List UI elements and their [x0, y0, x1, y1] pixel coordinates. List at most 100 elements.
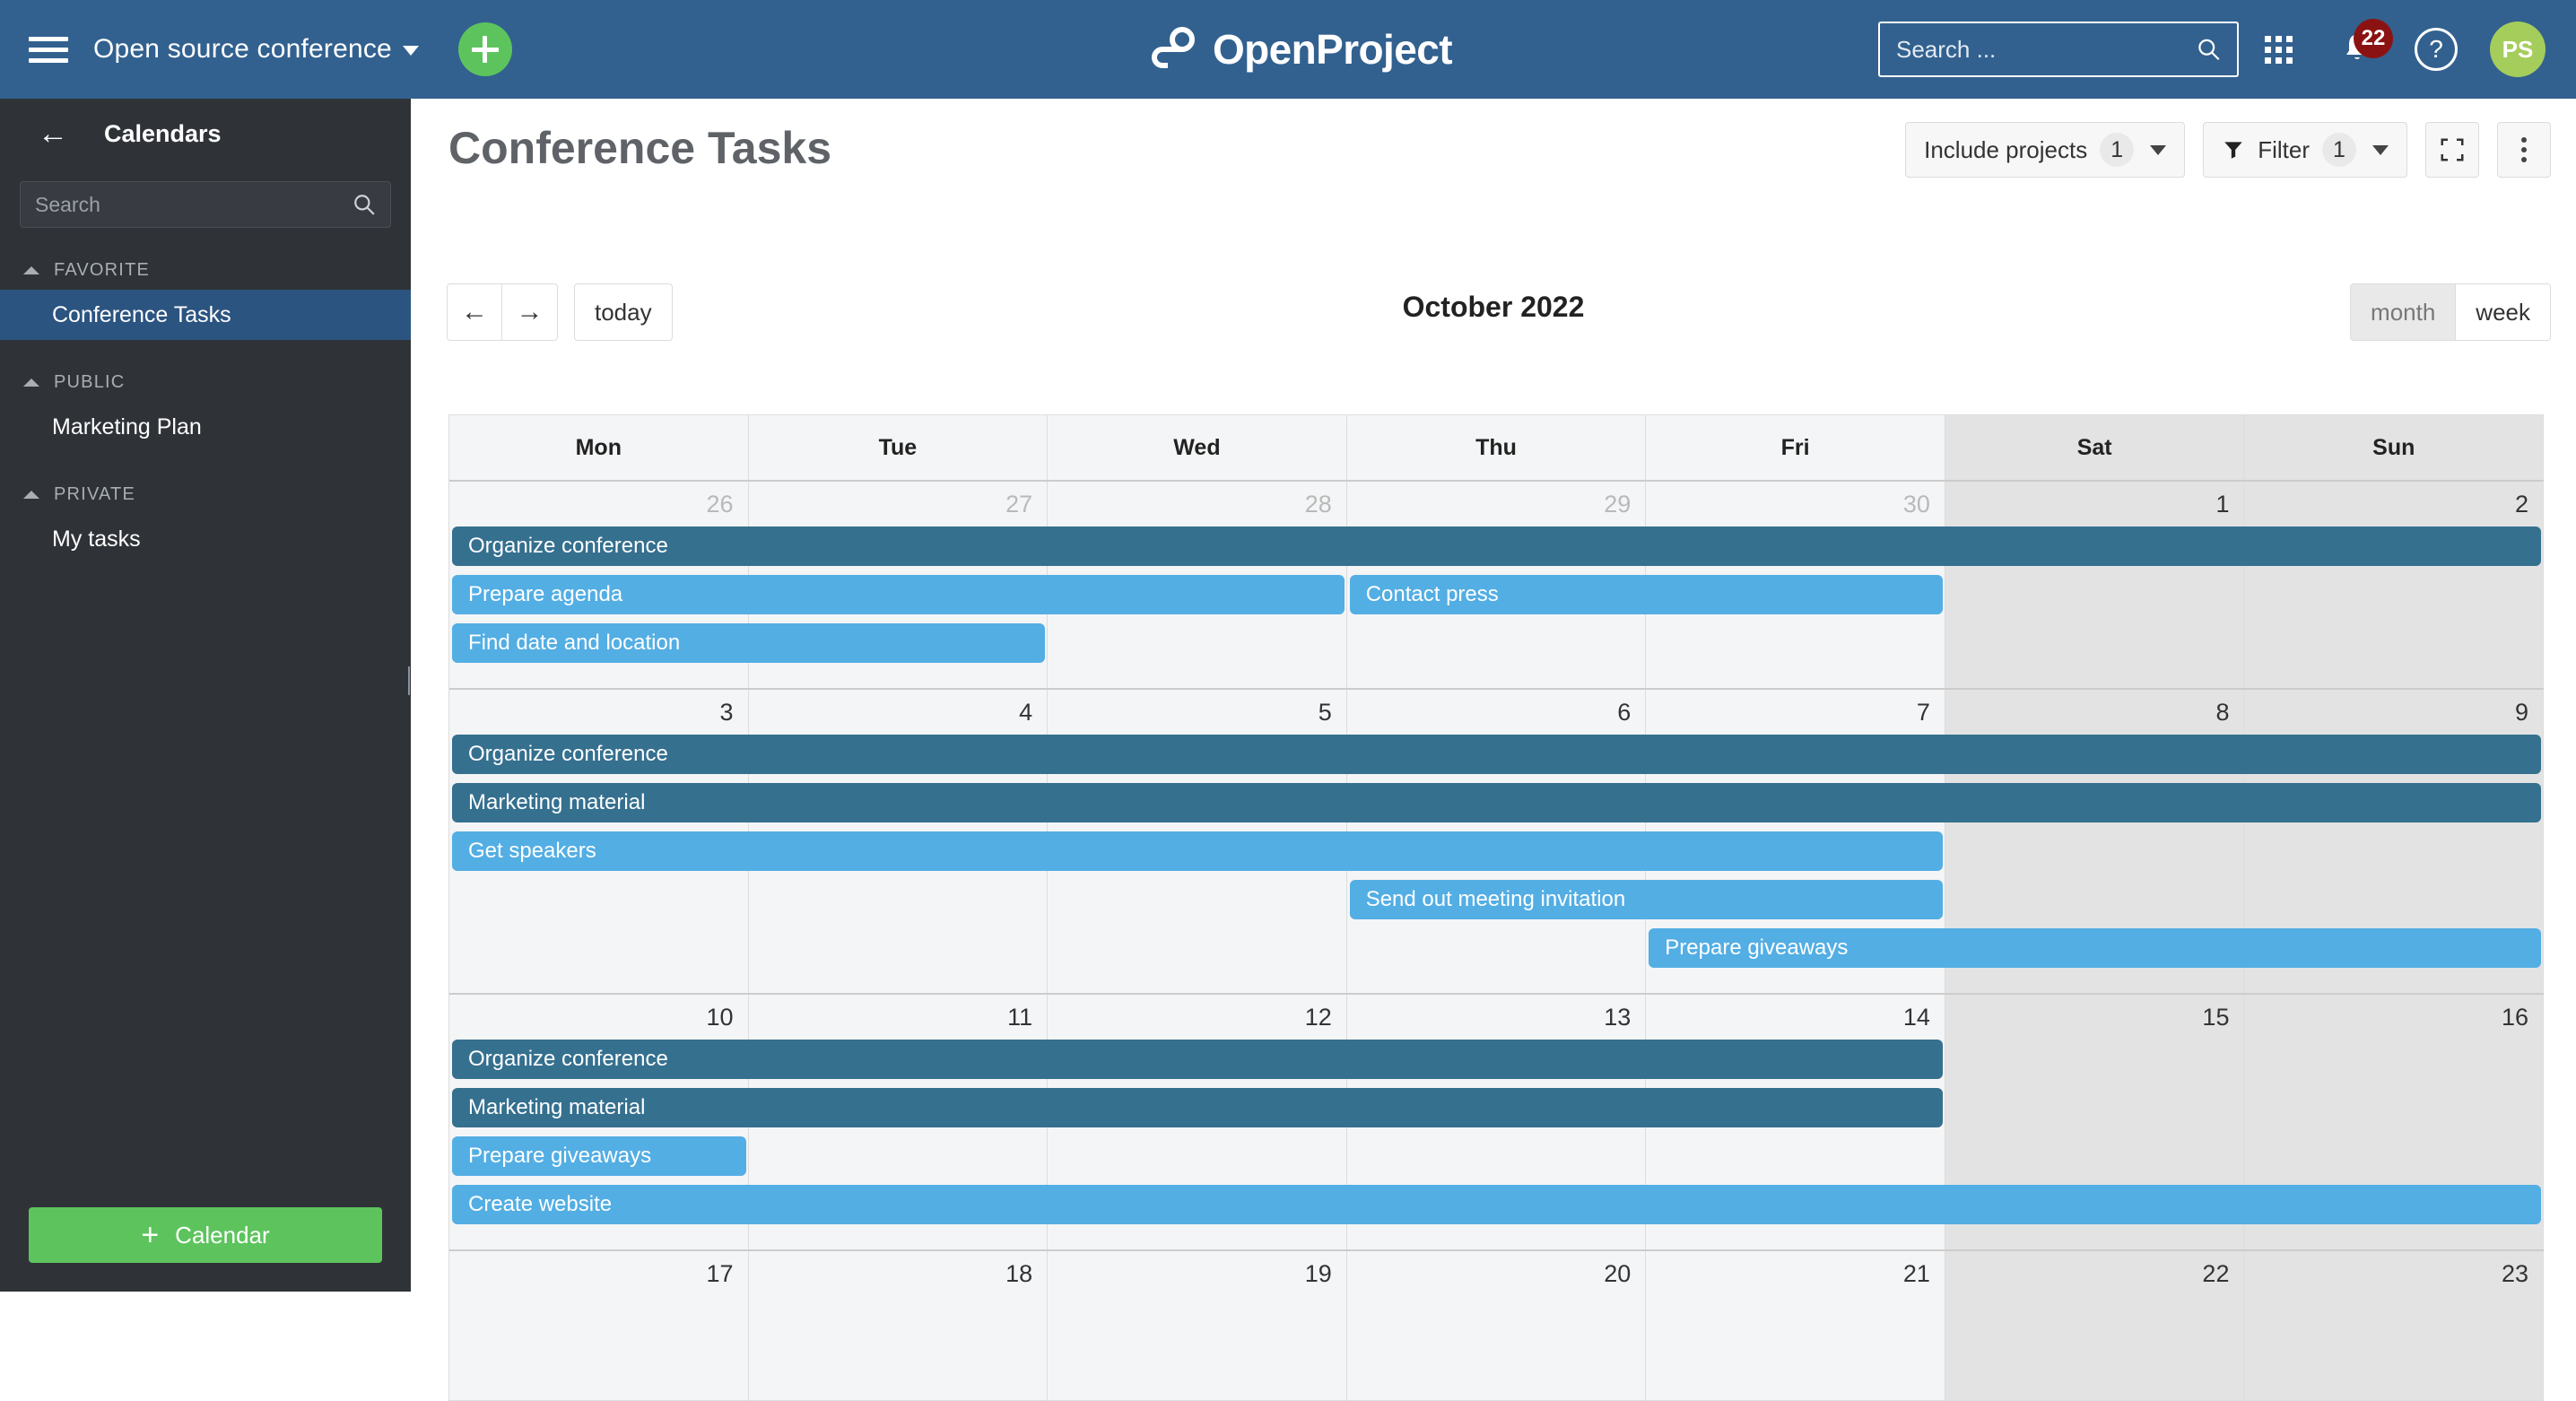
filter-label: Filter: [2258, 135, 2310, 163]
help-icon: ?: [2415, 28, 2458, 71]
day-number: 21: [1902, 1260, 1930, 1287]
sidebar: ← Calendars FAVORITE Conference Tasks PU…: [0, 99, 413, 1292]
day-number: 2: [2515, 491, 2529, 518]
calendar-event[interactable]: Marketing material: [452, 1088, 1943, 1127]
day-header-thu: Thu: [1346, 415, 1647, 480]
project-name-label: Open source conference: [93, 34, 392, 64]
day-number: 13: [1604, 1004, 1632, 1031]
header-actions: 22 ? PS: [1878, 18, 2546, 81]
day-number: 22: [2202, 1260, 2230, 1287]
search-input[interactable]: [1896, 35, 2197, 64]
fullscreen-button[interactable]: [2425, 122, 2479, 178]
add-calendar-label: Calendar: [175, 1221, 270, 1249]
day-number: 26: [706, 491, 734, 518]
sidebar-search-input[interactable]: [35, 192, 352, 217]
day-number: 11: [1007, 1004, 1033, 1031]
help-button[interactable]: ?: [2397, 18, 2476, 81]
openproject-logo-icon: [1152, 27, 1195, 68]
global-add-button[interactable]: [457, 22, 512, 76]
event-lane: Create website: [449, 1185, 2544, 1224]
calendar-event[interactable]: Send out meeting invitation: [1349, 880, 1943, 919]
day-number: 23: [2502, 1260, 2529, 1287]
search-icon[interactable]: [352, 193, 376, 216]
include-projects-count: 1: [2100, 133, 2135, 167]
bell-icon: 22: [2341, 19, 2393, 67]
today-button[interactable]: today: [574, 283, 673, 341]
openproject-logo-text: OpenProject: [1213, 26, 1453, 73]
include-projects-button[interactable]: Include projects 1: [1905, 122, 2186, 178]
avatar[interactable]: PS: [2490, 22, 2546, 77]
calendar-event[interactable]: Organize conference: [452, 735, 2541, 774]
grid-modules-icon: [2264, 35, 2293, 64]
calendar-day-cell[interactable]: 20: [1346, 1251, 1647, 1400]
notifications-button[interactable]: 22: [2318, 18, 2397, 81]
include-projects-label: Include projects: [1924, 135, 2088, 163]
sidebar-item-conference-tasks[interactable]: Conference Tasks: [0, 290, 411, 340]
calendar-event[interactable]: Contact press: [1349, 575, 1943, 614]
add-calendar-button[interactable]: + Calendar: [29, 1207, 382, 1263]
prev-month-button[interactable]: ←: [447, 283, 502, 341]
day-number: 8: [2215, 699, 2230, 726]
calendar-week-row: 17 18 19 20 21 22 23: [449, 1249, 2544, 1400]
chevron-up-icon: [23, 379, 39, 387]
chevron-down-icon: [402, 45, 419, 56]
day-number: 18: [1005, 1260, 1033, 1287]
sidebar-header: ← Calendars: [0, 99, 411, 169]
sidebar-group-label: PRIVATE: [54, 484, 136, 504]
next-month-button[interactable]: →: [502, 283, 558, 341]
calendar-day-cell[interactable]: 17: [449, 1251, 749, 1400]
sidebar-group-public[interactable]: PUBLIC: [0, 372, 411, 393]
calendar-day-cell[interactable]: 18: [748, 1251, 1049, 1400]
filter-button[interactable]: Filter 1: [2203, 122, 2407, 178]
event-lane: Prepare giveaways: [449, 928, 2544, 968]
sidebar-group-private[interactable]: PRIVATE: [0, 484, 411, 505]
calendar-event[interactable]: Prepare giveaways: [452, 1136, 746, 1176]
modules-button[interactable]: [2239, 18, 2318, 81]
calendar-week-row: 3 4 5 6 7 8 9 Organize conference Marketing mate…: [449, 688, 2544, 993]
day-number: 10: [706, 1004, 734, 1031]
calendar-day-cell[interactable]: 22: [1945, 1251, 2245, 1400]
more-menu-button[interactable]: [2497, 122, 2551, 178]
day-number: 4: [1019, 699, 1033, 726]
calendar-day-cell[interactable]: 21: [1646, 1251, 1945, 1400]
day-number: 30: [1902, 491, 1930, 518]
view-week-button[interactable]: week: [2455, 284, 2550, 340]
calendar-event[interactable]: Marketing material: [452, 783, 2541, 822]
calendar-event[interactable]: Get speakers: [452, 831, 1943, 871]
calendar-day-cell[interactable]: 23: [2244, 1251, 2544, 1400]
sidebar-item-marketing-plan[interactable]: Marketing Plan: [0, 402, 411, 452]
day-number: 6: [1617, 699, 1632, 726]
day-number: 7: [1916, 699, 1930, 726]
project-selector[interactable]: Open source conference: [93, 34, 419, 65]
chevron-down-icon: [2150, 144, 2167, 155]
day-number: 28: [1304, 491, 1332, 518]
event-lane: Marketing material: [449, 783, 2544, 822]
sidebar-group-favorite[interactable]: FAVORITE: [0, 260, 411, 281]
calendar-event[interactable]: Prepare agenda: [452, 575, 1345, 614]
calendar-event[interactable]: Find date and location: [452, 623, 1046, 663]
day-header-fri: Fri: [1646, 415, 1945, 480]
event-lane: Prepare giveaways: [449, 1136, 2544, 1176]
day-header-tue: Tue: [748, 415, 1049, 480]
hamburger-icon[interactable]: [29, 34, 68, 65]
sidebar-item-my-tasks[interactable]: My tasks: [0, 514, 411, 564]
event-lane: Organize conference: [449, 1040, 2544, 1079]
funnel-icon: [2224, 142, 2242, 159]
calendar-event[interactable]: Create website: [452, 1185, 2541, 1224]
calendar-event[interactable]: Organize conference: [452, 1040, 1943, 1079]
calendar-event[interactable]: Prepare giveaways: [1649, 928, 2541, 968]
search-icon[interactable]: [2197, 36, 2221, 63]
calendar-day-cell[interactable]: 19: [1048, 1251, 1347, 1400]
global-search[interactable]: [1878, 22, 2239, 77]
arrow-left-icon[interactable]: ←: [38, 118, 68, 149]
calendar-event[interactable]: Organize conference: [452, 526, 2541, 566]
event-lane: Find date and location: [449, 623, 2544, 663]
openproject-logo: OpenProject: [1146, 25, 1453, 74]
day-number: 5: [1318, 699, 1332, 726]
view-month-button[interactable]: month: [2351, 284, 2456, 340]
event-lane: Prepare agenda Contact press: [449, 575, 2544, 614]
sidebar-search[interactable]: [20, 181, 391, 228]
calendar-view-toggle: month week: [2350, 283, 2551, 341]
day-number: 1: [2215, 491, 2230, 518]
day-number: 12: [1304, 1004, 1332, 1031]
